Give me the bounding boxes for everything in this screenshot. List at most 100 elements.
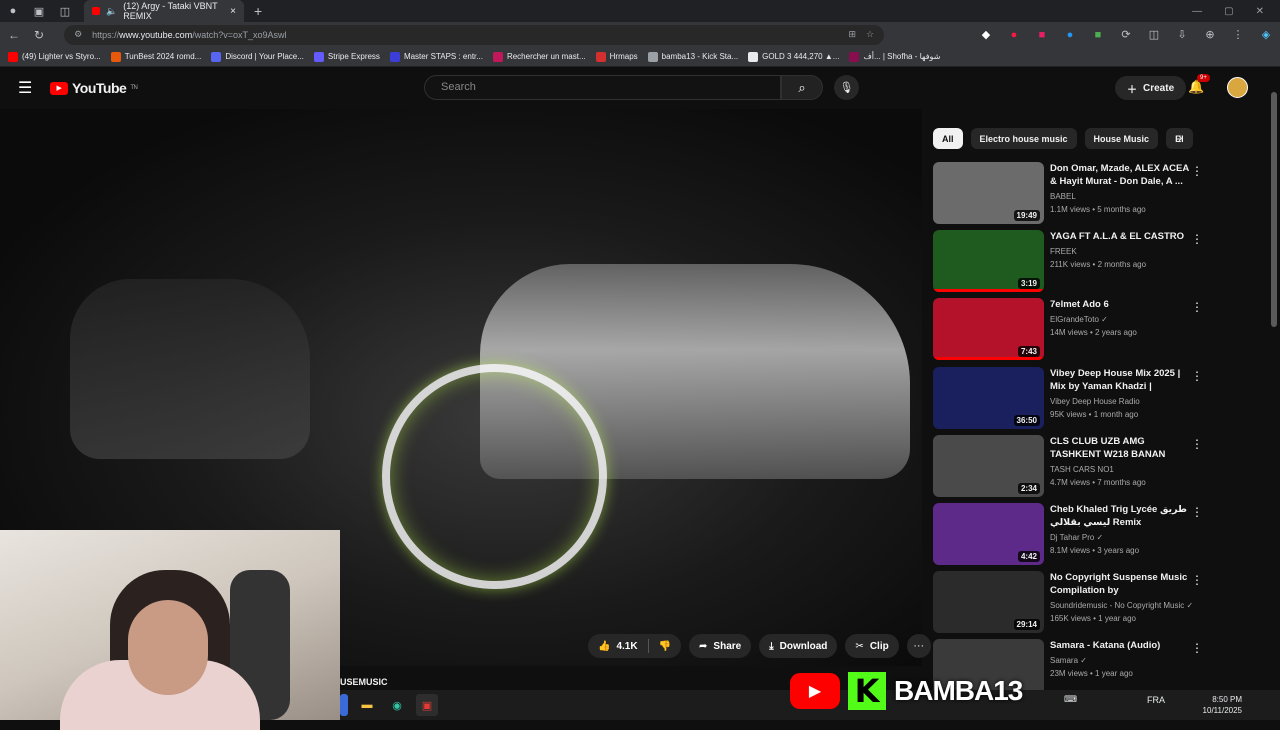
video-options-icon[interactable]: ⋮ <box>1191 505 1203 519</box>
notifications-button[interactable]: 🔔 9+ <box>1188 74 1210 95</box>
video-thumbnail[interactable]: 3:19 <box>933 230 1044 293</box>
channel-name-partial[interactable]: USEMUSIC <box>340 677 388 687</box>
voice-search-button[interactable]: 🎙 <box>834 75 859 100</box>
bookmark-item[interactable]: Rechercher un mast... <box>492 51 586 62</box>
like-button[interactable]: 👍 4.1K <box>588 634 648 658</box>
tray-keyboard-icon[interactable]: ⌨ <box>1064 694 1077 705</box>
profile-icon[interactable]: ● <box>0 0 26 22</box>
bookmark-item[interactable]: GOLD 3 444,270 ▲... <box>748 51 839 62</box>
edge-icon[interactable]: ◉ <box>386 694 408 716</box>
video-options-icon[interactable]: ⋮ <box>1191 232 1203 246</box>
video-options-icon[interactable]: ⋮ <box>1191 573 1203 587</box>
search-input[interactable]: Search <box>424 75 781 100</box>
video-title[interactable]: 7elmet Ado 6 <box>1050 298 1190 311</box>
video-channel[interactable]: FREEK <box>1050 247 1077 256</box>
speaker-icon[interactable]: 🔈 <box>106 6 117 17</box>
extension-pink-icon[interactable]: ■ <box>1036 29 1048 41</box>
video-channel[interactable]: Vibey Deep House Radio <box>1050 397 1140 406</box>
extension-blue-icon[interactable]: ● <box>1064 29 1076 41</box>
video-channel[interactable]: Soundridemusic - No Copyright Music ✓ <box>1050 601 1193 610</box>
video-options-icon[interactable]: ⋮ <box>1191 437 1203 451</box>
youtube-logo[interactable]: ▶ YouTube TN <box>50 80 138 96</box>
chips-next-icon[interactable]: › <box>1178 130 1182 145</box>
split-view-icon[interactable]: ◫ <box>1148 29 1160 41</box>
video-title[interactable]: Vibey Deep House Mix 2025 | Mix by Yaman… <box>1050 367 1190 394</box>
video-title[interactable]: Cheb Khaled Trig Lycée طريق ليسي بقلالي … <box>1050 503 1190 530</box>
recommended-video[interactable]: 7:43 7elmet Ado 6 ElGrandeToto ✓ 14M views … <box>933 298 1253 362</box>
share-button[interactable]: ➦ Share <box>689 634 752 658</box>
hamburger-menu-icon[interactable]: ☰ <box>18 78 36 98</box>
filter-chip[interactable]: Electro house music <box>970 128 1077 149</box>
vpn-icon[interactable]: ⊕ <box>1204 29 1216 41</box>
clip-button[interactable]: ✂ Clip <box>845 634 899 658</box>
install-app-icon[interactable]: ⊞ <box>848 29 856 40</box>
filter-chip[interactable]: All <box>933 128 963 149</box>
video-channel[interactable]: Dj Tahar Pro ✓ <box>1050 533 1103 542</box>
video-title[interactable]: Don Omar, Mzade, ALEX ACEA & Hayit Murat… <box>1050 162 1190 188</box>
bookmark-item[interactable]: Hrmaps <box>595 51 638 62</box>
scrollbar-thumb[interactable] <box>1271 92 1277 327</box>
video-thumbnail[interactable]: 29:14 <box>933 571 1044 634</box>
file-explorer-icon[interactable]: ▬ <box>356 694 378 716</box>
page-scrollbar[interactable] <box>1268 67 1280 687</box>
recommended-video[interactable]: 4:42 Cheb Khaled Trig Lycée طريق ليسي بقل… <box>933 503 1253 567</box>
video-channel[interactable]: BABEL <box>1050 192 1076 201</box>
minimize-icon[interactable]: — <box>1192 6 1202 17</box>
menu-dots-icon[interactable]: ⋮ <box>1232 29 1244 41</box>
vertical-tabs-icon[interactable]: ◫ <box>52 0 78 22</box>
video-thumbnail[interactable]: 4:42 <box>933 503 1044 565</box>
recommended-video[interactable]: 19:49 Don Omar, Mzade, ALEX ACEA & Hayit … <box>933 162 1253 226</box>
video-thumbnail[interactable]: 7:43 <box>933 298 1044 361</box>
video-thumbnail[interactable]: 36:50 <box>933 366 1044 429</box>
filter-chip[interactable]: House Music <box>1084 128 1159 149</box>
bookmark-item[interactable]: Discord | Your Place... <box>211 51 304 62</box>
extension-red-icon[interactable]: ● <box>1008 29 1020 41</box>
tab-close-icon[interactable]: × <box>230 6 236 17</box>
more-actions-button[interactable]: ··· <box>906 634 931 658</box>
video-channel[interactable]: Samara ✓ <box>1050 656 1087 665</box>
video-title[interactable]: Samara - Katana (Audio) <box>1050 639 1190 652</box>
bookmark-item[interactable]: Master STAPS : entr... <box>389 51 483 62</box>
recommended-video[interactable]: 29:14 No Copyright Suspense Music Compila… <box>933 571 1253 635</box>
copilot-icon[interactable]: ◈ <box>1260 29 1272 41</box>
extensions-puzzle-icon[interactable]: ⟳ <box>1120 29 1132 41</box>
recommended-video[interactable]: 36:50 Vibey Deep House Mix 2025 | Mix by … <box>933 366 1253 431</box>
video-options-icon[interactable]: ⋮ <box>1191 641 1203 655</box>
dislike-button[interactable]: 👎 <box>649 634 681 658</box>
app-icon[interactable]: ▣ <box>416 694 438 716</box>
video-options-icon[interactable]: ⋮ <box>1191 369 1203 383</box>
video-thumbnail[interactable]: 19:49 <box>933 162 1044 224</box>
bookmark-item[interactable]: Stripe Express <box>313 51 380 62</box>
close-window-icon[interactable]: ✕ <box>1256 6 1264 17</box>
system-clock[interactable]: 8:50 PM 10/11/2025 <box>1200 694 1242 716</box>
tab-youtube[interactable]: 🔈 (12) Argy - Tataki VBNT REMIX × <box>84 0 244 22</box>
extension-diamond-icon[interactable]: ◆ <box>980 29 992 41</box>
download-icon[interactable]: ⇩ <box>1176 29 1188 41</box>
account-avatar[interactable] <box>1227 77 1248 98</box>
recommended-video[interactable]: 3:19 YAGA FT A.L.A & EL CASTRO FREEK 211K v… <box>933 230 1253 294</box>
video-thumbnail[interactable]: 2:34 <box>933 434 1044 497</box>
bookmark-item[interactable]: (49) Lighter vs Styro... <box>8 51 101 62</box>
reload-icon[interactable]: ↻ <box>34 28 44 42</box>
tab-search-icon[interactable]: ▣ <box>26 0 52 22</box>
video-options-icon[interactable]: ⋮ <box>1191 300 1203 314</box>
back-icon[interactable]: ← <box>8 28 20 42</box>
bookmark-item[interactable]: أف... | Shofha - شوفها <box>849 51 940 62</box>
address-bar[interactable]: ⚙ https://www.youtube.com/watch?v=oxT_xo… <box>64 24 885 45</box>
download-button[interactable]: ⤓ Download <box>759 634 838 658</box>
maximize-icon[interactable]: ▢ <box>1224 6 1233 17</box>
bookmark-item[interactable]: bamba13 - Kick Sta... <box>647 51 738 62</box>
bookmark-item[interactable]: TunBest 2024 romd... <box>110 51 201 62</box>
site-info-icon[interactable]: ⚙ <box>74 29 82 40</box>
video-channel[interactable]: ElGrandeToto ✓ <box>1050 315 1108 324</box>
bookmark-star-icon[interactable]: ☆ <box>866 29 874 40</box>
video-options-icon[interactable]: ⋮ <box>1191 164 1203 178</box>
create-button[interactable]: ＋ Create <box>1115 76 1187 100</box>
new-tab-button[interactable]: + <box>254 3 262 19</box>
video-title[interactable]: No Copyright Suspense Music Compilation … <box>1050 571 1190 598</box>
recommended-video[interactable]: 2:34 CLS CLUB UZB AMG TASHKENT W218 BANAN… <box>933 434 1253 499</box>
video-title[interactable]: YAGA FT A.L.A & EL CASTRO <box>1050 230 1190 243</box>
taskbar-app-icon[interactable] <box>340 694 348 716</box>
extension-green-icon[interactable]: ■ <box>1092 29 1104 41</box>
tray-language[interactable]: FRA <box>1147 695 1165 705</box>
